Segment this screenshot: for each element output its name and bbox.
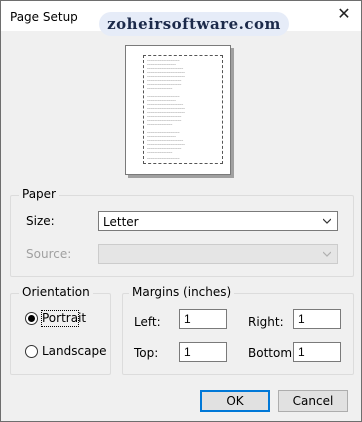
right-margin-label: Right: xyxy=(248,315,284,329)
preview-margin-box: ~~~~~~~~~~~~~~~~~~ ~~~~~~~~~~~~~~~~ ~~~~… xyxy=(143,55,223,164)
landscape-label[interactable]: Landscape xyxy=(42,344,106,358)
orientation-group: Orientation Portrait Landscape xyxy=(10,285,111,375)
dialog-title: Page Setup xyxy=(10,10,78,24)
paper-group: Paper Size: Letter Source: xyxy=(10,187,354,277)
source-label: Source: xyxy=(26,247,72,261)
left-margin-label: Left: xyxy=(134,315,161,329)
watermark-logo: zoheirsoftware.com xyxy=(99,12,289,36)
top-margin-input[interactable] xyxy=(179,342,227,362)
ok-button[interactable]: OK xyxy=(200,390,270,412)
paper-source-select xyxy=(98,244,338,264)
top-margin-label: Top: xyxy=(134,346,159,360)
paper-size-select[interactable]: Letter xyxy=(98,211,338,231)
size-label: Size: xyxy=(26,214,55,228)
paper-group-label: Paper xyxy=(19,187,59,201)
bottom-margin-input[interactable] xyxy=(293,342,341,362)
radio-selected-dot xyxy=(28,315,35,322)
portrait-radio[interactable] xyxy=(25,312,38,325)
margins-group: Margins (inches) Left: Right: Top: Botto… xyxy=(122,285,354,375)
left-margin-input[interactable] xyxy=(179,309,227,329)
chevron-down-icon xyxy=(323,218,331,224)
close-button[interactable]: ✕ xyxy=(331,3,357,25)
chevron-down-icon xyxy=(323,251,331,257)
landscape-radio[interactable] xyxy=(25,345,38,358)
cancel-button[interactable]: Cancel xyxy=(278,390,348,412)
page-setup-dialog: Page Setup ✕ zoheirsoftware.com ~~~~~~~~… xyxy=(0,0,362,422)
orientation-group-label: Orientation xyxy=(19,285,93,299)
margins-group-label: Margins (inches) xyxy=(129,285,235,299)
right-margin-input[interactable] xyxy=(293,309,341,329)
portrait-label[interactable]: Portrait xyxy=(42,311,86,325)
paper-size-value: Letter xyxy=(103,215,139,229)
page-preview: ~~~~~~~~~~~~~~~~~~ ~~~~~~~~~~~~~~~~ ~~~~… xyxy=(125,45,231,175)
bottom-margin-label: Bottom: xyxy=(248,346,297,360)
